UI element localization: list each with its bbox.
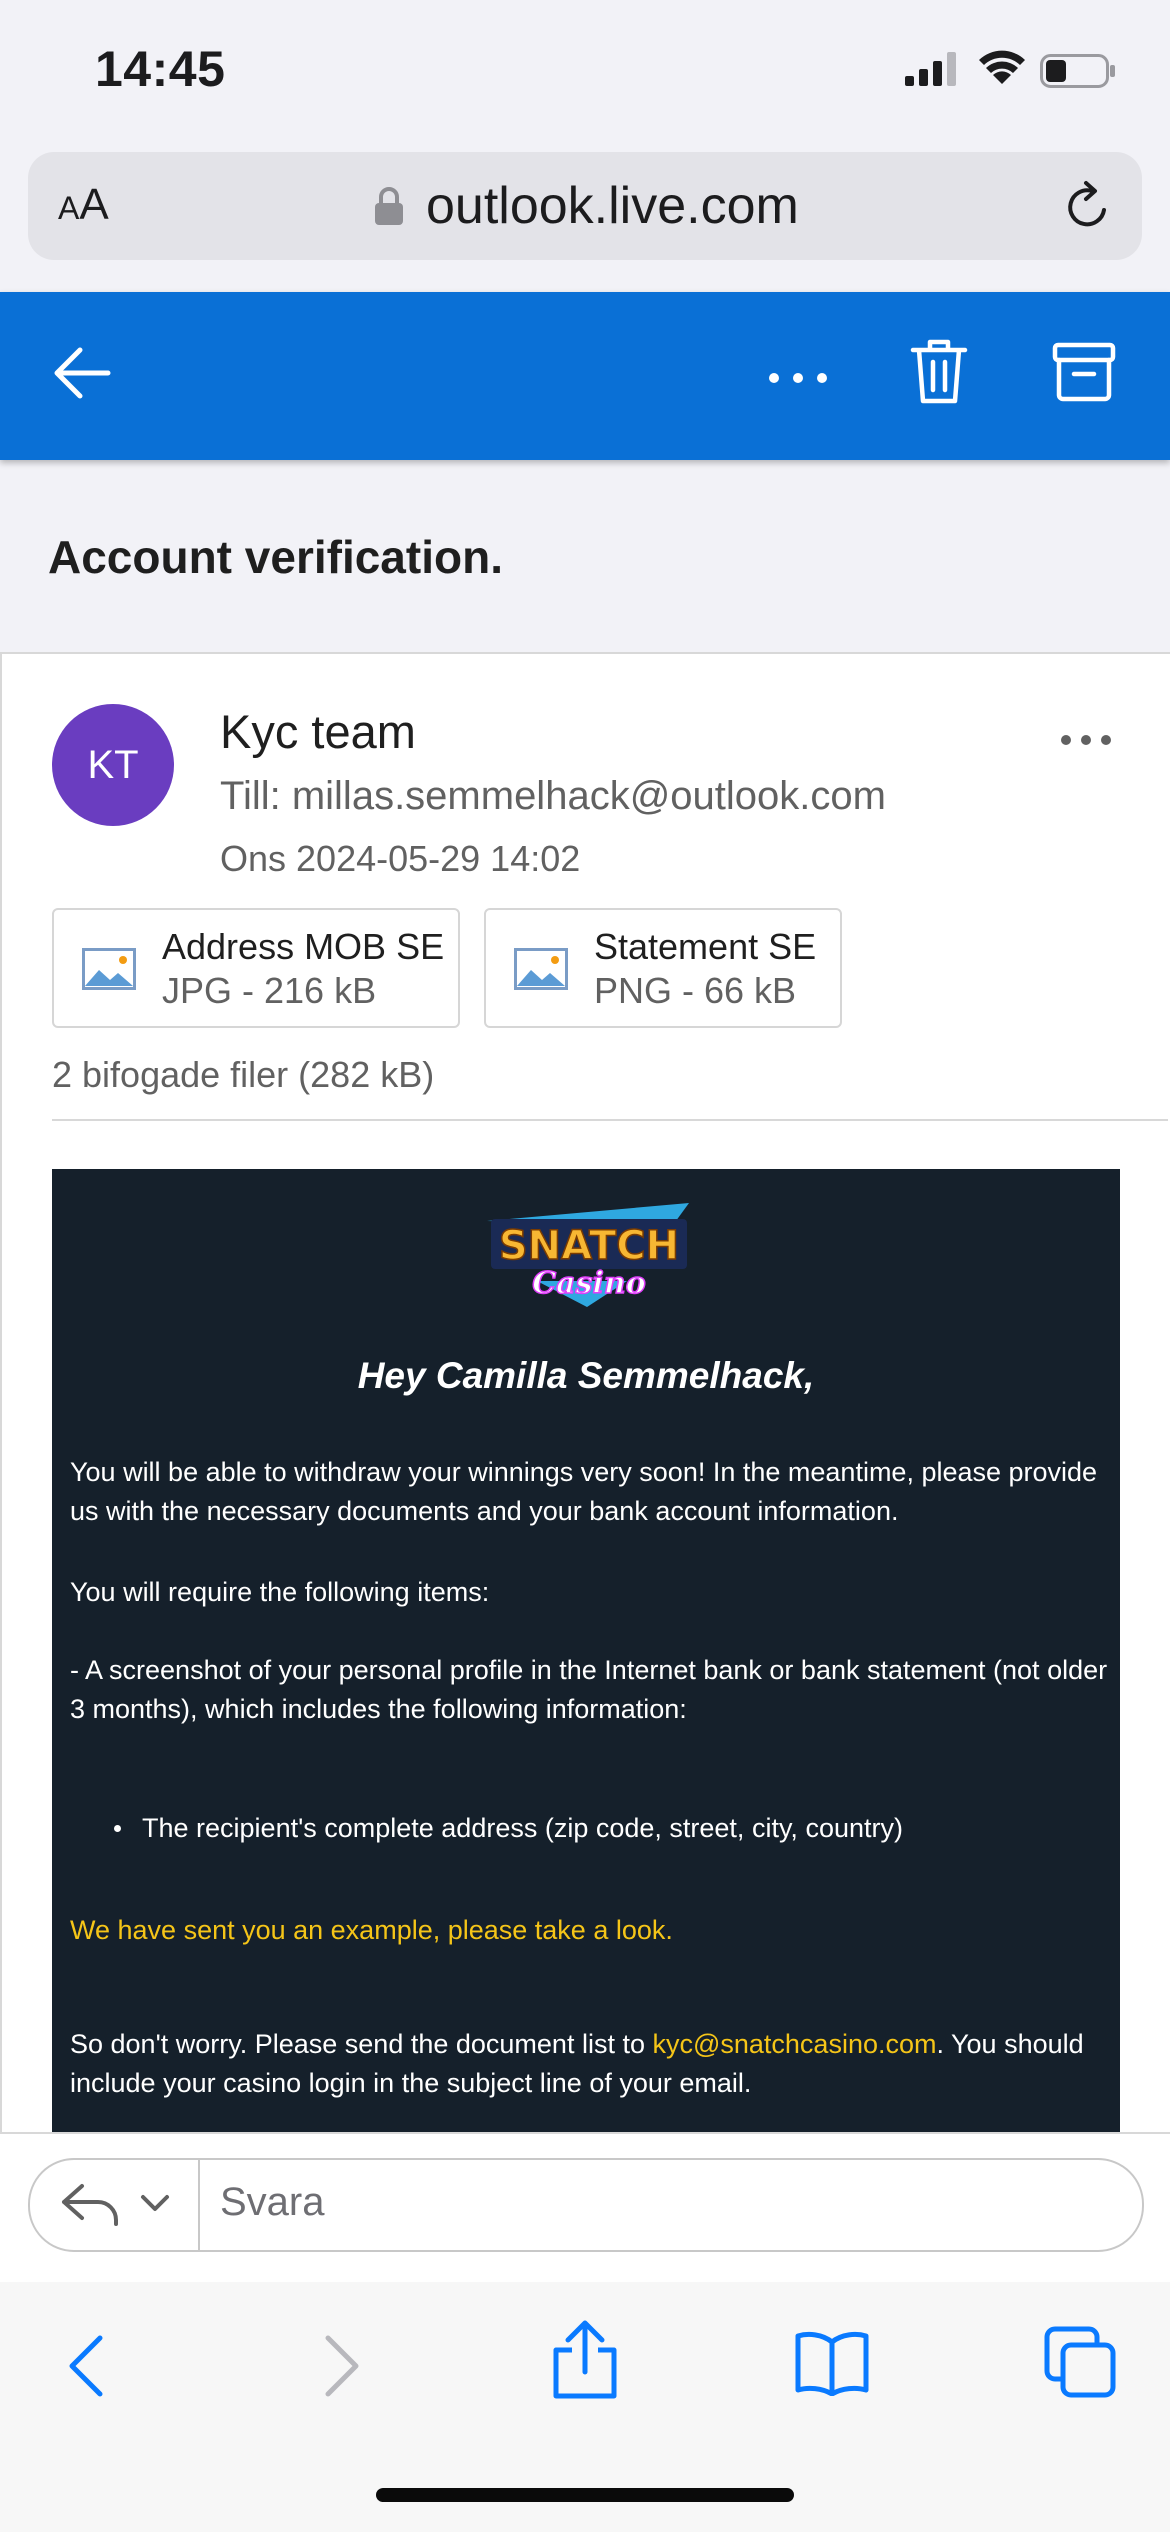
- chevron-down-icon: [141, 2195, 169, 2211]
- forward-icon[interactable]: [322, 2334, 362, 2398]
- message-more-icon[interactable]: [1060, 734, 1112, 746]
- example-note: We have sent you an example, please take…: [70, 1915, 673, 1945]
- text-size-button[interactable]: AA: [58, 180, 109, 230]
- sender-name[interactable]: Kyc team: [220, 704, 416, 759]
- attachment-meta: JPG - 216 kB: [162, 970, 377, 1011]
- attachment-name: Statement SE: [594, 926, 817, 967]
- bookmarks-icon[interactable]: [794, 2330, 870, 2396]
- email-subject: Account verification.: [48, 531, 503, 583]
- battery-icon: [1040, 54, 1115, 88]
- bullet-dot: [114, 1825, 121, 1832]
- wifi-icon: [979, 50, 1025, 84]
- greeting: Hey Camilla Semmelhack,: [357, 1355, 815, 1396]
- reply-bar: Svara: [0, 2132, 1170, 2284]
- body-paragraph: You will require the following items:: [70, 1577, 490, 1607]
- more-icon[interactable]: [768, 372, 828, 384]
- message-date: Ons 2024-05-29 14:02: [220, 838, 581, 879]
- back-icon[interactable]: [66, 2334, 106, 2398]
- kyc-email-link[interactable]: kyc@snatchcasino.com: [652, 2029, 936, 2059]
- attachment-name: Address MOB SE: [162, 926, 445, 967]
- reply-options-button[interactable]: [30, 2160, 200, 2250]
- reply-input[interactable]: Svara: [220, 2180, 325, 2225]
- body-paragraph: You will be able to withdraw your winnin…: [70, 1457, 1098, 1526]
- reply-icon: [62, 2184, 118, 2226]
- recipient-line: Till: millas.semmelhack@outlook.com: [220, 774, 886, 818]
- body-paragraph: - A screenshot of your personal profile …: [70, 1655, 1108, 1724]
- attachment-statement[interactable]: Statement SE PNG - 66 kB: [484, 908, 842, 1028]
- snatch-casino-logo: SNATCH Casino: [487, 1203, 689, 1307]
- lock-icon: [375, 187, 403, 225]
- share-icon[interactable]: [550, 2320, 620, 2400]
- logo-text-bottom: Casino: [532, 1266, 645, 1301]
- divider: [52, 1119, 1168, 1121]
- email-body: SNATCH Casino Hey Camilla Semmelhack, Yo…: [52, 1169, 1120, 2134]
- cellular-signal-icon: [905, 52, 956, 86]
- bullet-item: The recipient's complete address (zip co…: [142, 1813, 903, 1843]
- message-card: KT Kyc team Till: millas.semmelhack@outl…: [0, 652, 1170, 2134]
- avatar[interactable]: KT: [52, 704, 174, 826]
- body-paragraph: So don't worry. Please send the document…: [70, 2029, 1084, 2098]
- reload-icon[interactable]: [1064, 180, 1114, 232]
- back-arrow-icon[interactable]: [52, 346, 112, 400]
- attachment-meta: PNG - 66 kB: [594, 970, 797, 1011]
- image-icon: [514, 948, 568, 990]
- attachment-address-mob[interactable]: Address MOB SE JPG - 216 kB: [52, 908, 460, 1028]
- logo-text-top: SNATCH: [499, 1223, 679, 1269]
- url-text[interactable]: outlook.live.com: [426, 176, 799, 236]
- tabs-icon[interactable]: [1044, 2326, 1116, 2398]
- address-bar[interactable]: AA outlook.live.com: [28, 152, 1142, 260]
- archive-icon[interactable]: [1052, 342, 1116, 402]
- image-icon: [82, 948, 136, 990]
- attachments-summary[interactable]: 2 bifogade filer (282 kB): [52, 1054, 434, 1096]
- status-bar: 14:45: [0, 0, 1170, 145]
- reply-box[interactable]: Svara: [28, 2158, 1144, 2252]
- outlook-header: [0, 292, 1170, 460]
- clock: 14:45: [95, 41, 226, 97]
- trash-icon[interactable]: [910, 338, 968, 406]
- home-indicator[interactable]: [376, 2488, 794, 2502]
